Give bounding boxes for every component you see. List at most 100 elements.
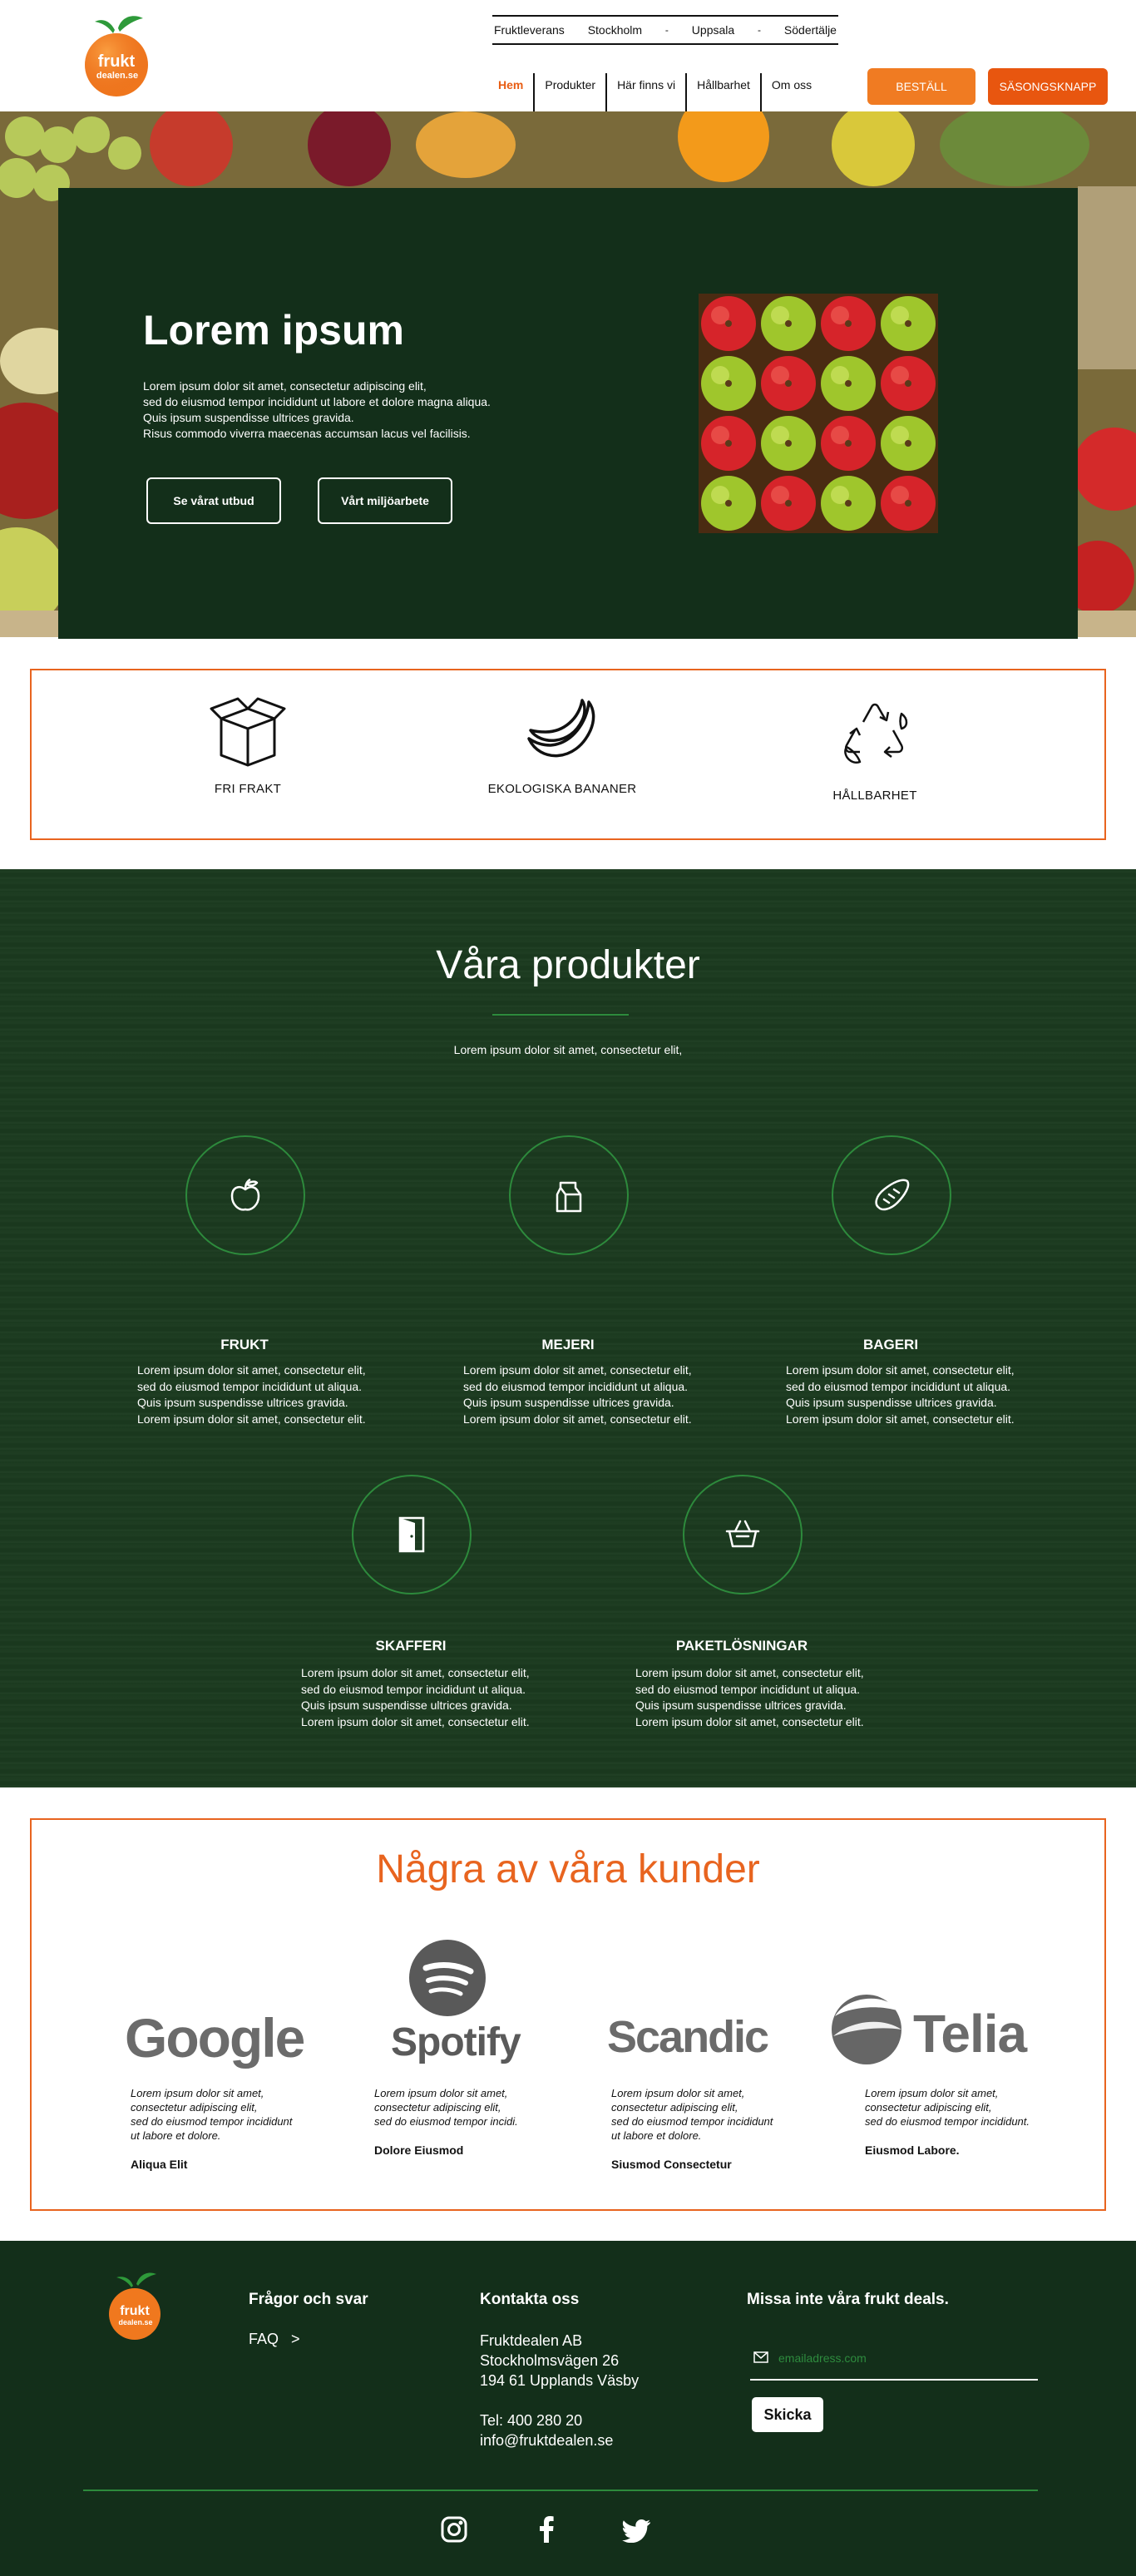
order-button[interactable]: BESTÄLL bbox=[867, 68, 975, 105]
feature-sustainability: HÅLLBARHET bbox=[783, 670, 966, 803]
product-description-line: sed do eiusmod tempor incididunt ut aliq… bbox=[301, 1682, 526, 1696]
product-description-line: Lorem ipsum dolor sit amet, consectetur … bbox=[786, 1363, 1015, 1377]
faq-link[interactable]: FAQ > bbox=[249, 2331, 300, 2348]
product-title: MEJERI bbox=[541, 1337, 595, 1352]
customer-quote-line: sed do eiusmod tempor incididunt bbox=[131, 2115, 293, 2128]
apple-stem bbox=[725, 500, 732, 507]
apple-stem bbox=[905, 320, 911, 327]
chevron-right-icon: > bbox=[291, 2331, 300, 2347]
footer-divider bbox=[83, 2489, 1038, 2491]
product-icon-circle bbox=[352, 1475, 472, 1595]
customer-quote-line: ut labore et dolore. bbox=[611, 2129, 702, 2142]
twitter-icon[interactable] bbox=[622, 2519, 650, 2547]
top-link-uppsala[interactable]: Uppsala bbox=[692, 23, 734, 37]
apple-stem bbox=[785, 440, 792, 447]
customer-telia: Lorem ipsum dolor sit amet, consectetur … bbox=[865, 2086, 1030, 2157]
customer-scandic: Lorem ipsum dolor sit amet, consectetur … bbox=[611, 2086, 773, 2171]
top-link-sodertalje[interactable]: Södertälje bbox=[784, 23, 837, 37]
footer-logo[interactable]: frukt dealen.se bbox=[106, 2267, 163, 2342]
subscribe-button[interactable]: Skicka bbox=[752, 2397, 823, 2432]
season-button[interactable]: SÄSONGSKNAPP bbox=[988, 68, 1108, 105]
contact-heading: Kontakta oss bbox=[480, 2291, 580, 2308]
facebook-icon[interactable] bbox=[539, 2516, 554, 2547]
apple-stem bbox=[785, 500, 792, 507]
contact-email[interactable]: info@fruktdealen.se bbox=[480, 2430, 639, 2450]
apple-stem bbox=[785, 380, 792, 387]
products-title-underline bbox=[492, 1014, 629, 1016]
banana-icon bbox=[527, 699, 595, 758]
product-description-line: Quis ipsum suspendisse ultrices gravida. bbox=[635, 1698, 847, 1712]
environment-button[interactable]: Vårt miljöarbete bbox=[318, 477, 452, 524]
apple-stem bbox=[845, 320, 852, 327]
customer-quote-line: consectetur adipiscing elit, bbox=[611, 2101, 738, 2114]
newsletter-email-input[interactable]: emailadress.com bbox=[778, 2351, 867, 2365]
customer-quote-line: Lorem ipsum dolor sit amet, bbox=[374, 2087, 508, 2099]
mail-icon bbox=[753, 2351, 768, 2367]
product-title: SKAFFERI bbox=[375, 1638, 447, 1654]
contact-info: Fruktdealen AB Stockholmsvägen 26 194 61… bbox=[480, 2331, 639, 2450]
top-separator: - bbox=[758, 24, 762, 36]
product-description-line: Quis ipsum suspendisse ultrices gravida. bbox=[137, 1396, 348, 1409]
product-icon-circle bbox=[509, 1135, 629, 1255]
customer-quote-line: sed do eiusmod tempor incidi. bbox=[374, 2115, 518, 2128]
customers-title: Några av våra kunder bbox=[376, 1847, 760, 1891]
customer-google: Lorem ipsum dolor sit amet, consectetur … bbox=[131, 2086, 292, 2171]
feature-label: FRI FRAKT bbox=[214, 782, 282, 796]
customer-quote-line: consectetur adipiscing elit, bbox=[131, 2101, 258, 2114]
customer-quote-line: Lorem ipsum dolor sit amet, bbox=[611, 2087, 745, 2099]
product-description-line: Lorem ipsum dolor sit amet, consectetur … bbox=[635, 1666, 864, 1679]
product-description-line: sed do eiusmod tempor incididunt ut aliq… bbox=[137, 1379, 363, 1393]
apple-stem bbox=[725, 380, 732, 387]
feature-label: EKOLOGISKA BANANER bbox=[487, 782, 637, 796]
apple-icon bbox=[230, 1178, 260, 1211]
fruktdealen-logo[interactable]: frukt dealen.se bbox=[81, 10, 153, 98]
product-description-line: Quis ipsum suspendisse ultrices gravida. bbox=[786, 1396, 997, 1409]
customer-name: Dolore Eiusmod bbox=[374, 2143, 464, 2157]
product-description-line: Quis ipsum suspendisse ultrices gravida. bbox=[301, 1698, 512, 1712]
see-assortment-button[interactable]: Se vårat utbud bbox=[146, 477, 281, 524]
recycle-icon bbox=[844, 703, 908, 764]
product-description: Lorem ipsum dolor sit amet, consectetur … bbox=[301, 1665, 530, 1730]
hero-text: Lorem ipsum dolor sit amet, consectetur … bbox=[143, 378, 575, 442]
product-title: PAKETLÖSNINGAR bbox=[675, 1638, 808, 1654]
apple-stem bbox=[905, 380, 911, 387]
svg-text:dealen.se: dealen.se bbox=[118, 2318, 152, 2326]
pantry-door-icon bbox=[398, 1516, 425, 1553]
products-section: Våra produkter Lorem ipsum dolor sit ame… bbox=[0, 869, 1136, 1787]
customer-quote-line: Lorem ipsum dolor sit amet, bbox=[131, 2087, 264, 2099]
customer-spotify: Lorem ipsum dolor sit amet, consectetur … bbox=[374, 2086, 518, 2157]
hero-text-line: Risus commodo viverra maecenas accumsan … bbox=[143, 427, 471, 440]
apple-stem bbox=[905, 500, 911, 507]
svg-text:frukt: frukt bbox=[98, 52, 136, 71]
product-title: BAGERI bbox=[862, 1337, 919, 1352]
product-description-line: Lorem ipsum dolor sit amet, consectetur … bbox=[463, 1363, 692, 1377]
product-description-line: Lorem ipsum dolor sit amet, consectetur … bbox=[301, 1714, 530, 1728]
telia-logo: Telia bbox=[913, 2004, 1027, 2064]
spotify-icon bbox=[409, 1940, 486, 2020]
top-separator: - bbox=[664, 24, 669, 36]
faq-link-label: FAQ bbox=[249, 2331, 279, 2347]
customer-quote-line: consectetur adipiscing elit, bbox=[374, 2101, 501, 2114]
contact-city: 194 61 Upplands Väsby bbox=[480, 2372, 640, 2389]
milk-icon bbox=[556, 1181, 582, 1213]
products-title: Våra produkter bbox=[436, 943, 700, 987]
feature-label: HÅLLBARHET bbox=[832, 789, 917, 803]
top-link-fruktleverans[interactable]: Fruktleverans bbox=[494, 23, 565, 37]
product-description-line: Lorem ipsum dolor sit amet, consectetur … bbox=[301, 1666, 530, 1679]
product-description-line: Lorem ipsum dolor sit amet, consectetur … bbox=[463, 1412, 692, 1426]
basket-icon bbox=[725, 1520, 760, 1548]
products-subtitle: Lorem ipsum dolor sit amet, consectetur … bbox=[453, 1043, 683, 1056]
customer-name: Siusmod Consectetur bbox=[611, 2158, 732, 2171]
customer-quote-line: consectetur adipiscing elit, bbox=[865, 2101, 992, 2114]
instagram-icon[interactable] bbox=[441, 2516, 467, 2547]
product-icon-circle bbox=[683, 1475, 803, 1595]
customer-name: Aliqua Elit bbox=[131, 2158, 188, 2171]
top-link-stockholm[interactable]: Stockholm bbox=[588, 23, 642, 37]
telia-icon bbox=[830, 1991, 903, 2070]
contact-phone[interactable]: Tel: 400 280 20 bbox=[480, 2410, 639, 2430]
apple-stem bbox=[845, 440, 852, 447]
bread-icon bbox=[875, 1179, 910, 1211]
hero-text-line: Lorem ipsum dolor sit amet, consectetur … bbox=[143, 379, 427, 393]
product-description: Lorem ipsum dolor sit amet, consectetur … bbox=[463, 1362, 692, 1427]
product-description-line: sed do eiusmod tempor incididunt ut aliq… bbox=[635, 1682, 861, 1696]
